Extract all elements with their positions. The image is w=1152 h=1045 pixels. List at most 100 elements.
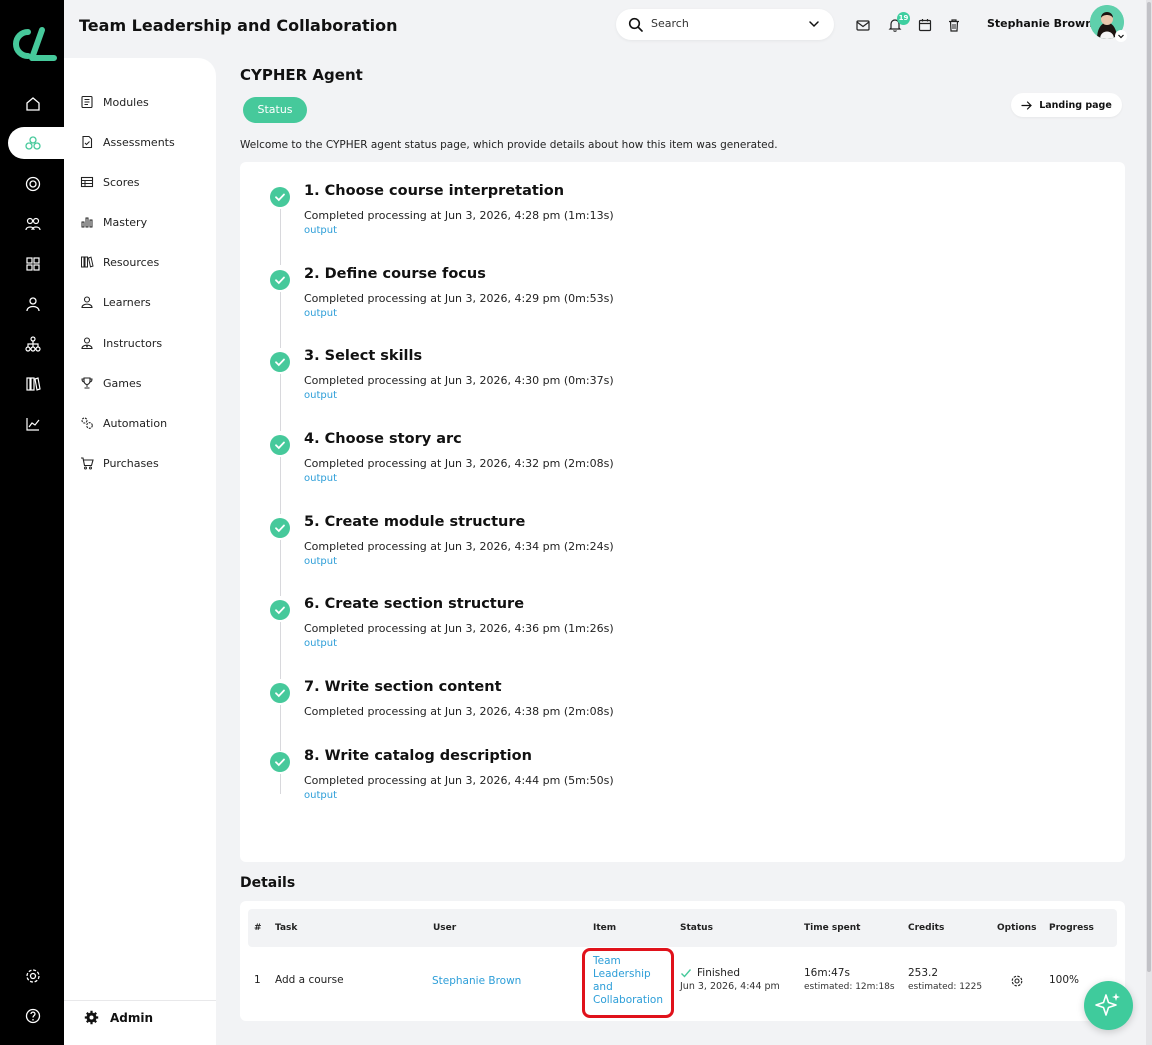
sidebar-item-games[interactable]: Games — [80, 373, 141, 393]
instructors-icon — [81, 337, 93, 350]
col-header-status[interactable]: Status — [680, 923, 713, 933]
resources-icon — [81, 256, 94, 268]
check-icon — [270, 518, 290, 538]
col-header-task[interactable]: Task — [275, 923, 297, 933]
timeline-line — [279, 622, 281, 679]
step-description: Completed processing at Jun 3, 2026, 4:3… — [304, 705, 614, 718]
section-sidebar: Modules Assessments Scores Mastery Resou… — [64, 58, 216, 1045]
step-output-link[interactable]: output — [304, 473, 337, 484]
help-icon[interactable] — [24, 1007, 42, 1025]
sidebar-item-label: Resources — [103, 255, 160, 269]
timeline-line — [279, 457, 281, 514]
trash-icon[interactable] — [946, 17, 962, 33]
sidebar-item-resources[interactable]: Resources — [80, 252, 159, 272]
courses-icon[interactable] — [24, 134, 42, 152]
row-time-spent: 16m:47s — [804, 967, 850, 979]
library-icon[interactable] — [24, 375, 42, 393]
grid-icon[interactable] — [24, 255, 42, 273]
sidebar-divider — [64, 1000, 216, 1001]
row-index: 1 — [254, 974, 261, 986]
app-title: Team Leadership and Collaboration — [79, 16, 398, 35]
admin-button[interactable]: Admin — [84, 1010, 153, 1025]
details-title: Details — [240, 875, 296, 891]
org-chart-icon[interactable] — [24, 335, 42, 353]
check-icon — [270, 270, 290, 290]
sidebar-item-learners[interactable]: Learners — [80, 292, 151, 312]
step-output-link[interactable]: output — [304, 790, 337, 801]
step-output-link[interactable]: output — [304, 556, 337, 567]
page-title: CYPHER Agent — [240, 66, 363, 84]
check-icon — [270, 752, 290, 772]
step-output-link[interactable]: output — [304, 390, 337, 401]
step-description: Completed processing at Jun 3, 2026, 4:3… — [304, 457, 614, 470]
sidebar-item-automation[interactable]: Automation — [80, 413, 167, 433]
top-header: Team Leadership and Collaboration Search… — [64, 0, 1146, 58]
landing-page-label: Landing page — [1039, 99, 1112, 111]
mail-icon[interactable] — [855, 17, 871, 33]
sidebar-item-label: Scores — [103, 175, 140, 189]
app-rail — [0, 0, 66, 1045]
sidebar-item-label: Automation — [103, 416, 168, 430]
sidebar-item-mastery[interactable]: Mastery — [80, 212, 147, 232]
sidebar-item-purchases[interactable]: Purchases — [80, 453, 159, 473]
step-title: 3. Select skills — [304, 348, 423, 364]
step-output-link[interactable]: output — [304, 638, 337, 649]
groups-icon[interactable] — [24, 215, 42, 233]
page-scrollbar[interactable] — [1146, 0, 1152, 1045]
check-icon — [270, 352, 290, 372]
timeline-line — [279, 374, 281, 431]
step-title: 8. Write catalog description — [304, 748, 532, 764]
row-time-estimated: estimated: 12m:18s — [804, 982, 895, 992]
home-icon[interactable] — [24, 95, 42, 113]
scrollbar-thumb[interactable] — [1147, 2, 1151, 972]
mastery-icon — [81, 217, 93, 228]
row-progress: 100% — [1049, 974, 1080, 986]
sidebar-item-label: Mastery — [103, 215, 148, 229]
admin-label: Admin — [110, 1010, 154, 1025]
sidebar-item-label: Modules — [103, 95, 149, 109]
games-icon — [81, 377, 93, 389]
col-header-time-spent[interactable]: Time spent — [804, 923, 860, 933]
user-name[interactable]: Stephanie Brown — [987, 17, 1093, 30]
analytics-icon[interactable] — [24, 415, 42, 433]
step-description: Completed processing at Jun 3, 2026, 4:2… — [304, 209, 614, 222]
brand-logo-icon[interactable] — [8, 26, 58, 62]
col-header-user[interactable]: User — [433, 923, 456, 933]
step-title: 2. Define course focus — [304, 266, 486, 282]
step-output-link[interactable]: output — [304, 308, 337, 319]
chevron-down-icon[interactable] — [806, 16, 822, 32]
timeline-line — [279, 540, 281, 596]
user-icon[interactable] — [24, 295, 42, 313]
search-box[interactable]: Search — [616, 9, 834, 40]
arrow-right-icon — [1021, 100, 1033, 110]
sidebar-item-label: Assessments — [103, 135, 175, 149]
landing-page-button[interactable]: Landing page — [1011, 93, 1122, 117]
row-credits-estimated: estimated: 1225 — [908, 982, 983, 992]
sidebar-item-scores[interactable]: Scores — [80, 172, 140, 192]
row-user-link[interactable]: Stephanie Brown — [432, 975, 521, 987]
col-header-progress[interactable]: Progress — [1049, 923, 1094, 933]
chevron-down-icon[interactable] — [1115, 30, 1127, 42]
assessments-icon — [82, 135, 93, 149]
sidebar-item-label: Purchases — [103, 456, 159, 470]
col-header-item[interactable]: Item — [593, 923, 616, 933]
row-task: Add a course — [275, 974, 344, 986]
welcome-text: Welcome to the CYPHER agent status page,… — [240, 139, 778, 151]
col-header-credits[interactable]: Credits — [908, 923, 944, 933]
sidebar-item-label: Learners — [103, 295, 151, 309]
ai-assistant-button[interactable] — [1084, 981, 1133, 1030]
settings-icon[interactable] — [24, 967, 42, 985]
gear-icon[interactable] — [1010, 974, 1024, 988]
calendar-icon[interactable] — [917, 17, 933, 33]
sidebar-item-assessments[interactable]: Assessments — [80, 132, 175, 152]
automation-icon — [81, 417, 93, 429]
col-header-index: # — [254, 923, 262, 933]
step-output-link[interactable]: output — [304, 225, 337, 236]
target-icon[interactable] — [24, 175, 42, 193]
sidebar-item-instructors[interactable]: Instructors — [80, 333, 162, 353]
step-description: Completed processing at Jun 3, 2026, 4:3… — [304, 622, 614, 635]
status-text: Finished — [697, 967, 741, 979]
tab-status[interactable]: Status — [243, 97, 307, 123]
learners-icon — [81, 296, 93, 309]
sidebar-item-modules[interactable]: Modules — [80, 92, 149, 112]
